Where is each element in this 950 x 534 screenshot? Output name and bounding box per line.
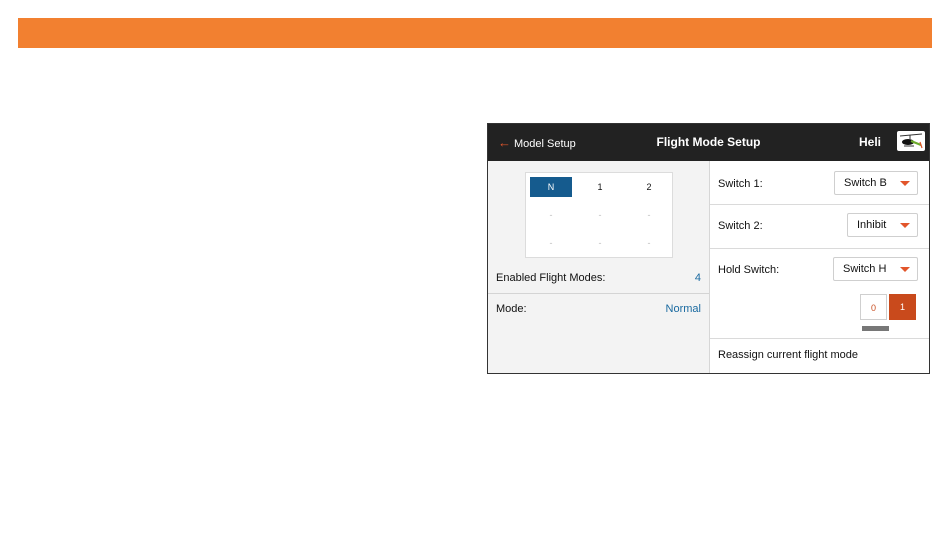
switch-1-label: Switch 1: <box>718 178 763 190</box>
hold-position-1[interactable]: 1 <box>889 294 916 320</box>
header-bar <box>18 18 932 48</box>
switch-1-dropdown[interactable]: Switch B <box>834 171 918 195</box>
hold-switch-value: Switch H <box>843 263 887 275</box>
enabled-flight-modes-label: Enabled Flight Modes: <box>496 272 606 284</box>
switch-2-value: Inhibit <box>857 219 887 231</box>
mode-cell-n[interactable]: N <box>530 177 572 197</box>
mode-row: Mode: Normal <box>488 296 709 322</box>
hold-switch-dropdown[interactable]: Switch H <box>833 257 918 281</box>
flight-mode-grid: N 1 2 - - - - - - <box>525 172 673 258</box>
reassign-flight-mode-button[interactable]: Reassign current flight mode <box>718 349 858 361</box>
divider <box>710 248 929 249</box>
mode-label: Mode: <box>496 303 527 315</box>
switch-1-value: Switch B <box>844 177 887 189</box>
mode-cell-empty: - <box>647 238 651 248</box>
mode-value[interactable]: Normal <box>666 296 701 322</box>
enabled-flight-modes-row: Enabled Flight Modes: 4 <box>488 265 709 291</box>
switch-2-dropdown[interactable]: Inhibit <box>847 213 918 237</box>
divider <box>710 204 929 205</box>
divider <box>710 338 929 339</box>
screen-topbar: ← Model Setup Flight Mode Setup Heli <box>488 124 929 161</box>
divider <box>488 293 709 294</box>
chevron-down-icon <box>900 267 910 272</box>
enabled-flight-modes-value[interactable]: 4 <box>695 265 701 291</box>
mode-cell-empty: - <box>598 210 602 220</box>
mode-cell-empty: - <box>647 210 651 220</box>
hold-position-0[interactable]: 0 <box>860 294 887 320</box>
switch-panel: Switch 1: Switch B Switch 2: Inhibit Hol… <box>709 161 929 373</box>
switch-position-indicator <box>862 326 889 331</box>
mode-cell-empty: - <box>598 238 602 248</box>
transmitter-screen: ← Model Setup Flight Mode Setup Heli N 1 … <box>487 123 930 374</box>
mode-cell-1[interactable]: 1 <box>579 177 621 197</box>
chevron-down-icon <box>900 223 910 228</box>
hold-switch-label: Hold Switch: <box>718 264 780 276</box>
mode-cell-empty: - <box>549 238 553 248</box>
mode-cell-2[interactable]: 2 <box>628 177 670 197</box>
mode-panel: N 1 2 - - - - - - Enabled Flight Modes: … <box>488 161 709 373</box>
switch-2-label: Switch 2: <box>718 220 763 232</box>
model-name: Heli <box>859 135 882 149</box>
mode-cell-empty: - <box>549 210 553 220</box>
chevron-down-icon <box>900 181 910 186</box>
helicopter-icon <box>897 131 925 151</box>
